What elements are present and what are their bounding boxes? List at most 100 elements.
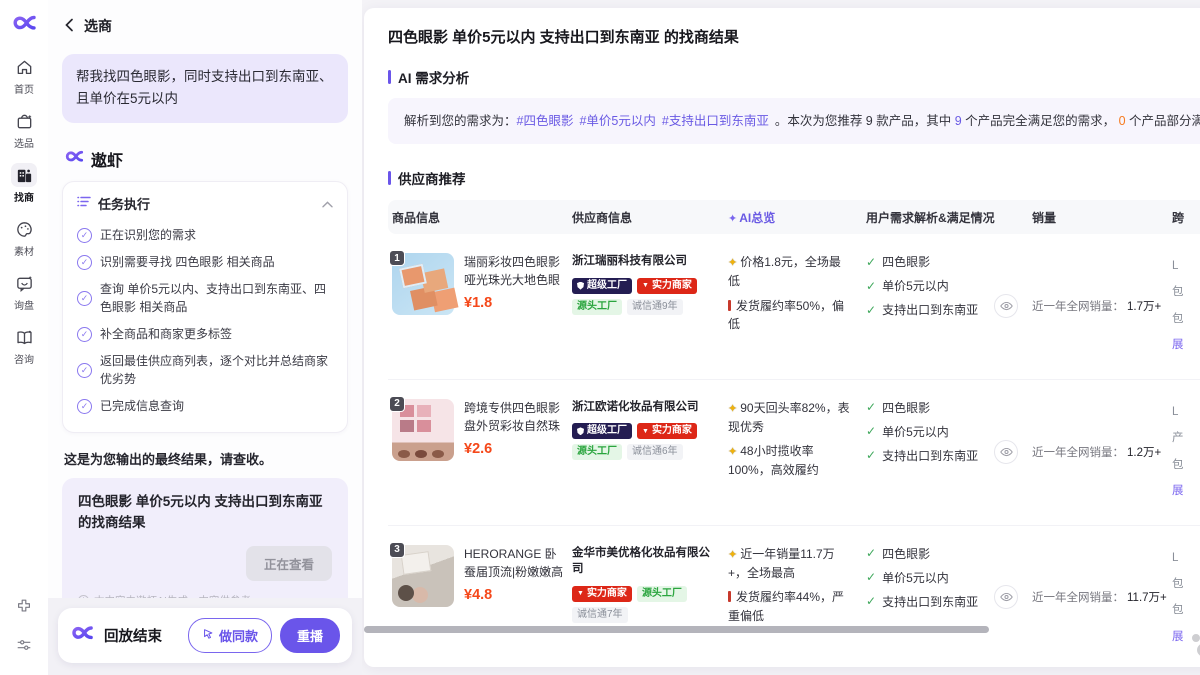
make-same-button[interactable]: 做同款: [188, 618, 272, 653]
check-icon: ✓: [866, 424, 876, 438]
task-text: 识别需要寻找 四色眼影 相关商品: [100, 254, 275, 271]
result-card-title: 四色眼影 单价5元以内 支持出口到东南亚 的找商结果: [78, 492, 332, 534]
replay-button[interactable]: 重播: [280, 618, 340, 653]
ai-summary-line: 发货履约率50%，偏低: [728, 297, 852, 334]
chat-bubble-icon: [11, 271, 37, 295]
back-chevron-icon[interactable]: [64, 18, 74, 35]
sales-value: 1.2万+: [1127, 444, 1161, 460]
horizontal-scrollbar[interactable]: [364, 626, 989, 633]
supplier-badge: 源头工厂: [637, 586, 687, 602]
sidebar-item-xuanpin[interactable]: 选品: [11, 109, 37, 150]
eye-icon[interactable]: [994, 440, 1018, 464]
supplier-badge: 诚信通6年: [627, 444, 683, 460]
home-icon: [11, 55, 37, 79]
product-image[interactable]: 1: [392, 253, 454, 315]
check-icon: ✓: [866, 448, 876, 462]
requirement-tag[interactable]: #四色眼影: [517, 114, 574, 128]
sidebar-item-home[interactable]: 首页: [11, 55, 37, 96]
check-icon: ✓: [866, 255, 876, 269]
supplier-name[interactable]: 浙江欧诺化妆品有限公司: [572, 399, 718, 416]
supplier-table-body: 1瑞丽彩妆四色眼影哑光珠光大地色眼影盘平价品...¥1.8浙江瑞丽科技有限公司超…: [388, 234, 1200, 667]
icon-rail: 首页 选品 找商 素材 询盘: [0, 0, 48, 675]
eye-icon[interactable]: [994, 294, 1018, 318]
header-crossborder: 跨: [1168, 209, 1200, 226]
table-row[interactable]: 3HERORANGE 卧蚕届顶流|粉嫩嫩高光亮片多色...¥4.8金华市美优格化…: [388, 526, 1200, 668]
header-sales: 销量: [1028, 209, 1168, 226]
product-image[interactable]: 2: [392, 399, 454, 461]
rank-badge: 2: [389, 396, 405, 412]
sparkle-good-icon: ✦: [728, 257, 737, 269]
sales-label: 近一年全网销量：: [1032, 444, 1124, 460]
sales-label: 近一年全网销量：: [1032, 589, 1124, 605]
check-icon: ✓: [866, 570, 876, 584]
chat-back-title[interactable]: 选商: [84, 16, 112, 36]
analysis-segments: 。本次为您推荐 9 款产品，其中 9 个产品完全满足您的需求， 0 个产品部分满…: [775, 114, 1200, 128]
supplier-badge: 诚信通9年: [627, 299, 683, 315]
assistant-name: 遨虾: [91, 147, 123, 171]
product-title[interactable]: HERORANGE 卧蚕届顶流|粉嫩嫩高光亮片多色...: [464, 545, 564, 581]
table-row[interactable]: 1瑞丽彩妆四色眼影哑光珠光大地色眼影盘平价品...¥1.8浙江瑞丽科技有限公司超…: [388, 234, 1200, 380]
result-window: 四色眼影 单价5元以内 支持出口到东南亚 的找商结果 AI 需求分析 解析到您的…: [364, 8, 1200, 667]
sales-value: 1.7万+: [1127, 298, 1161, 314]
task-item: ✓ 识别需要寻找 四色眼影 相关商品: [77, 254, 333, 271]
assistant-logo-icon: [64, 148, 84, 170]
table-row[interactable]: 2跨境专供四色眼影盘外贸彩妆自然珠光眼妆盘新...¥2.6浙江欧诺化妆品有限公司…: [388, 380, 1200, 526]
supplier-name[interactable]: 金华市美优格化妆品有限公司: [572, 545, 718, 578]
shield-icon: [577, 282, 584, 290]
magic-cursor-icon: [202, 628, 214, 643]
requirement-tag[interactable]: #支持出口到东南亚: [662, 114, 769, 128]
check-circle-icon: ✓: [77, 255, 92, 270]
supplier-badge: ▼实力商家: [637, 278, 697, 294]
product-title[interactable]: 瑞丽彩妆四色眼影哑光珠光大地色眼影盘平价品...: [464, 253, 564, 289]
requirement-tag[interactable]: #单价5元以内: [579, 114, 655, 128]
sidebar-item-zixun[interactable]: 咨询: [11, 325, 37, 366]
book-icon: [11, 325, 37, 349]
crossborder-cell: L产包展: [1168, 399, 1200, 505]
app-window: 首页 选品 找商 素材 询盘: [0, 0, 1200, 675]
building-icon: [11, 163, 37, 187]
result-card[interactable]: 四色眼影 单价5元以内 支持出口到东南亚 的找商结果 正在查看 i 本内容由遨虾…: [62, 478, 348, 598]
chat-scroll-area[interactable]: 帮我找四色眼影，同时支持出口到东南亚、且单价在5元以内 遨虾 任务执行: [48, 44, 362, 598]
header-needs: 用户需求解析&满足情况: [862, 209, 1028, 226]
plugin-icon[interactable]: [15, 597, 33, 620]
need-item: ✓四色眼影: [866, 253, 990, 270]
task-panel: 任务执行 ✓正在识别您的需求✓识别需要寻找 四色眼影 相关商品✓查询 单价5元以…: [62, 181, 348, 433]
sidebar-item-zhaoshang[interactable]: 找商: [11, 163, 37, 204]
task-text: 补全商品和商家更多标签: [100, 326, 232, 343]
app-logo-icon[interactable]: [11, 12, 37, 39]
watermark: ai-bot.cn AI工具集: [1186, 629, 1200, 665]
need-item: ✓支持出口到东南亚: [866, 447, 990, 464]
supplier-name[interactable]: 浙江瑞丽科技有限公司: [572, 253, 718, 270]
product-image[interactable]: 3: [392, 545, 454, 607]
strength-icon: ▼: [577, 590, 584, 597]
header-ai-overview[interactable]: ✦AI总览: [724, 209, 862, 226]
product-title[interactable]: 跨境专供四色眼影盘外贸彩妆自然珠光眼妆盘新...: [464, 399, 564, 435]
task-item: ✓补全商品和商家更多标签: [77, 326, 333, 343]
ai-summary-line: ✦近一年销量11.7万+，全场最高: [728, 545, 852, 583]
need-item: ✓四色眼影: [866, 545, 990, 562]
bag-icon: [11, 109, 37, 133]
strength-icon: ▼: [642, 282, 649, 289]
sales-value: 11.7万+: [1127, 589, 1167, 605]
warning-bar-icon: [728, 300, 731, 311]
collapse-chevron-icon[interactable]: [322, 196, 333, 211]
sidebar-item-xunpan[interactable]: 询盘: [11, 271, 37, 312]
check-circle-icon: ✓: [77, 291, 92, 306]
recommend-section-title: 供应商推荐: [398, 168, 466, 188]
task-item: ✓查询 单价5元以内、支持出口到东南亚、四色眼影 相关商品: [77, 281, 333, 316]
sparkle-good-icon: ✦: [728, 446, 737, 458]
supplier-badge: 诚信通7年: [572, 607, 628, 623]
sidebar-item-sucai[interactable]: 素材: [11, 217, 37, 258]
viewing-button[interactable]: 正在查看: [246, 546, 332, 581]
paw-icon: [1186, 630, 1200, 665]
analysis-text: 个产品部分满足您的需求。: [1126, 114, 1200, 128]
user-message-bubble: 帮我找四色眼影，同时支持出口到东南亚、且单价在5元以内: [62, 54, 348, 123]
eye-icon[interactable]: [994, 585, 1018, 609]
strength-icon: ▼: [642, 428, 649, 435]
sales-label: 近一年全网销量：: [1032, 298, 1124, 314]
need-item: ✓支持出口到东南亚: [866, 593, 990, 610]
header-product: 商品信息: [388, 209, 568, 226]
page-title: 四色眼影 单价5元以内 支持出口到东南亚 的找商结果: [388, 26, 739, 47]
settings-sliders-icon[interactable]: [15, 636, 33, 659]
product-price: ¥1.8: [464, 295, 564, 311]
